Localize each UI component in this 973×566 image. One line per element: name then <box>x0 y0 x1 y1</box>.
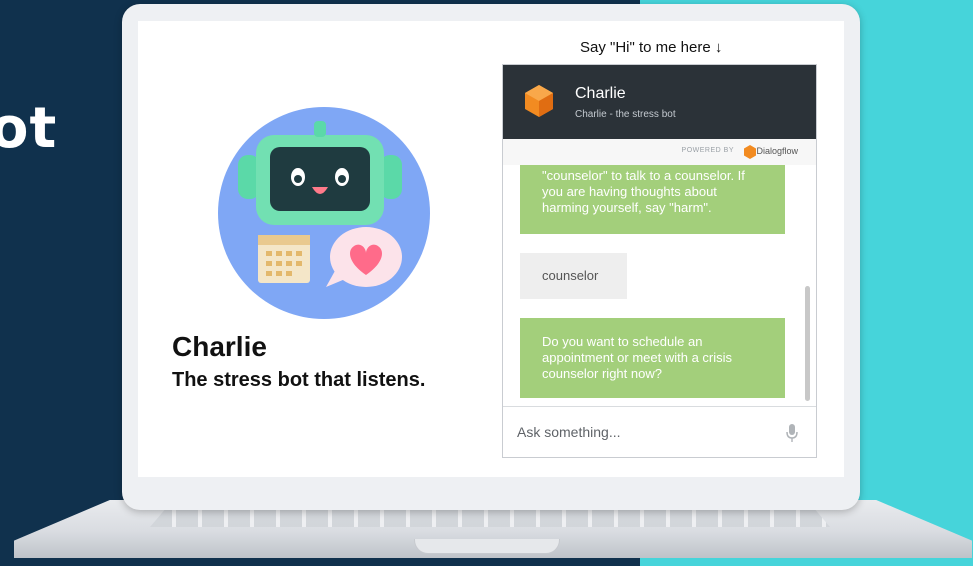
chat-input-row <box>503 406 816 457</box>
laptop-screen: Charlie The stress bot that listens. Say… <box>138 21 844 477</box>
chat-subtitle: Charlie - the stress bot <box>575 109 676 120</box>
bot-name: Charlie <box>172 331 267 362</box>
chat-header: Charlie Charlie - the stress bot <box>503 65 816 139</box>
background-title-fragment: ot <box>0 96 58 161</box>
chat-messages: "counselor" to talk to a counselor. If y… <box>503 165 816 405</box>
dialogflow-label: Dialogflow <box>756 146 798 156</box>
bot-tagline: The stress bot that listens. <box>172 369 426 391</box>
user-message: counselor <box>520 253 627 299</box>
chat-widget: Charlie Charlie - the stress bot POWERED… <box>502 64 817 458</box>
laptop-notch <box>414 539 560 554</box>
bot-message: Do you want to schedule an appointment o… <box>520 318 785 398</box>
chat-title: Charlie <box>575 85 626 102</box>
dialogflow-small-icon <box>744 145 756 159</box>
powered-by-label: POWERED BY <box>681 147 734 154</box>
dialogflow-logo-icon <box>525 85 553 117</box>
bot-message: "counselor" to talk to a counselor. If y… <box>520 165 785 234</box>
chat-prompt: Say "Hi" to me here ↓ <box>580 39 723 56</box>
chat-scrollbar[interactable] <box>805 286 810 401</box>
powered-by-bar: POWERED BY Dialogflow <box>503 139 816 165</box>
robot-avatar-icon <box>218 107 430 319</box>
microphone-icon[interactable] <box>786 424 798 442</box>
chat-input[interactable] <box>517 419 767 445</box>
